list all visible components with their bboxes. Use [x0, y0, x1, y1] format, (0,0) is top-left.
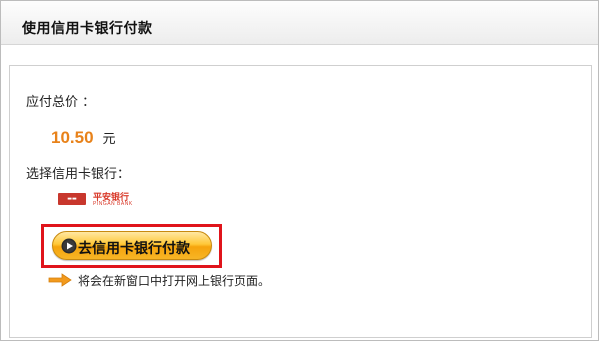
choose-bank-label: 选择信用卡银行： — [26, 167, 131, 182]
go-bank-pay-button[interactable]: 去信用卡银行付款 — [52, 231, 212, 260]
price-amount: 10.50 — [51, 128, 94, 147]
right-arrow-icon — [48, 273, 72, 287]
total-price-label: 应付总价 ： — [26, 95, 96, 110]
price-currency: 元 — [102, 132, 116, 147]
bank-logo-badge: ▬▬ — [58, 193, 86, 205]
ping-an-bank-logo[interactable]: ▬▬ 平安银行 PINGAN BANK — [58, 190, 138, 210]
header-spacer — [1, 46, 598, 65]
new-window-note: 将会在新窗口中打开网上银行页面。 — [48, 270, 270, 290]
bank-logo-name-en: PINGAN BANK — [93, 201, 133, 207]
go-bank-pay-label: 去信用卡银行付款 — [78, 241, 190, 257]
total-price: 10.50 元 — [51, 128, 116, 150]
window-header: 使用信用卡银行付款 — [1, 1, 598, 45]
page-title: 使用信用卡银行付款 — [22, 21, 153, 37]
play-circle-icon — [61, 238, 77, 254]
new-window-note-text: 将会在新窗口中打开网上银行页面。 — [78, 273, 271, 288]
